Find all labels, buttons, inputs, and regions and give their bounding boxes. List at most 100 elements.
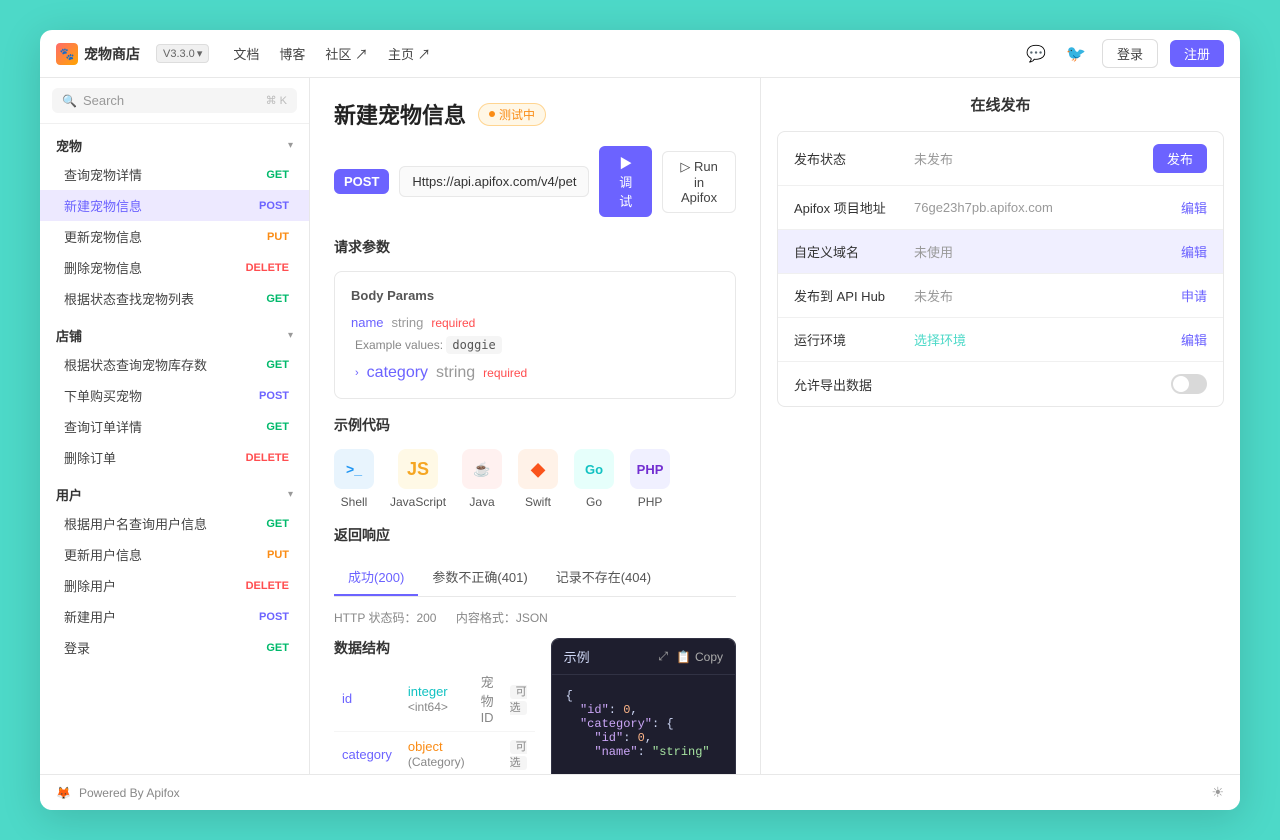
responses-section: 返回响应 成功(200) 参数不正确(401) 记录不存在(404) HTTP … [334,525,736,774]
sidebar-item-list-pets[interactable]: 根据状态查找宠物列表 GET [40,283,309,314]
sidebar-item-user-create[interactable]: 新建用户 POST [40,601,309,632]
expand-json-button[interactable]: ⤢ [658,649,668,664]
section-header-store[interactable]: 店铺 ▾ [40,322,309,349]
sidebar-item-delete-pet[interactable]: 删除宠物信息 DELETE [40,252,309,283]
nav-docs[interactable]: 文档 [233,44,259,63]
method-get-badge2: GET [262,292,293,306]
edit-env-button[interactable]: 编辑 [1181,330,1207,349]
bottom-right: ☀ [1211,784,1224,802]
code-tab-shell[interactable]: >_ Shell [334,449,374,509]
param-example-row: Example values: doggie [351,338,719,352]
code-tabs: >_ Shell JS JavaScript ☕ Java ◆ Swift [334,449,736,509]
sidebar-item-user-update[interactable]: 更新用户信息 PUT [40,539,309,570]
sidebar-item-user-query[interactable]: 根据用户名查询用户信息 GET [40,508,309,539]
version-badge[interactable]: V3.3.0 ▾ [156,44,209,63]
section-header-pets[interactable]: 宠物 ▾ [40,132,309,159]
swift-icon: ◆ [518,449,558,489]
run-apifox-button[interactable]: ▷ Run in Apifox [662,151,736,213]
logo-icon: 🐾 [56,43,78,65]
sidebar-item-order-pet[interactable]: 下单购买宠物 POST [40,380,309,411]
sidebar-item-login[interactable]: 登录 GET [40,632,309,663]
sidebar-item-update-pet[interactable]: 更新宠物信息 PUT [40,221,309,252]
publish-label-url: Apifox 项目地址 [794,198,914,217]
response-tab-404[interactable]: 记录不存在(404) [542,559,665,596]
publish-button[interactable]: 发布 [1153,144,1207,173]
register-button[interactable]: 注册 [1170,40,1224,67]
debug-button[interactable]: ▶ 调试 [599,146,652,217]
sidebar-section-store: 店铺 ▾ 根据状态查询宠物库存数 GET 下单购买宠物 POST 查询订单详情 … [40,314,309,473]
code-tab-swift[interactable]: ◆ Swift [518,449,558,509]
sidebar-section-users: 用户 ▾ 根据用户名查询用户信息 GET 更新用户信息 PUT 删除用户 DEL… [40,473,309,663]
response-meta: HTTP 状态码：200 内容格式：JSON [334,609,736,626]
section-header-users[interactable]: 用户 ▾ [40,481,309,508]
sidebar-item-user-delete[interactable]: 删除用户 DELETE [40,570,309,601]
method-badge: GET [262,358,293,372]
response-tabs: 成功(200) 参数不正确(401) 记录不存在(404) [334,559,736,597]
json-preview: { "id": 0, "category": { "id": 0, "name"… [552,675,735,774]
code-examples-title: 示例代码 [334,415,736,435]
apply-hub-button[interactable]: 申请 [1181,286,1207,305]
php-icon: PHP [630,449,670,489]
panel-title: 在线发布 [777,94,1224,115]
response-tab-200[interactable]: 成功(200) [334,559,418,596]
param-category-field: category [367,364,428,382]
shell-icon: >_ [334,449,374,489]
code-tab-php[interactable]: PHP PHP [630,449,670,509]
api-url-input[interactable]: Https://api.apifox.com/v4/pet [399,166,589,197]
java-label: Java [469,495,494,509]
nav-home[interactable]: 主页 ↗ [388,44,431,63]
search-icon: 🔍 [62,94,77,108]
publish-row-hub: 发布到 API Hub 未发布 申请 [778,274,1223,318]
publish-label-env: 运行环境 [794,330,914,349]
export-toggle[interactable] [1171,374,1207,394]
bird-icon[interactable]: 🐦 [1062,40,1090,68]
sidebar-item-order-detail[interactable]: 查询订单详情 GET [40,411,309,442]
search-box[interactable]: 🔍 Search ⌘ K [52,88,297,113]
code-tab-java[interactable]: ☕ Java [462,449,502,509]
publish-value-url: 76ge23h7pb.apifox.com [914,200,1181,215]
search-placeholder: Search [83,93,260,108]
code-tab-go[interactable]: Go Go [574,449,614,509]
nav-community[interactable]: 社区 ↗ [325,44,368,63]
sidebar-item-inventory[interactable]: 根据状态查询宠物库存数 GET [40,349,309,380]
publish-value-env[interactable]: 选择环境 [914,330,1181,349]
response-tab-401[interactable]: 参数不正确(401) [418,559,541,596]
publish-row-url: Apifox 项目地址 76ge23h7pb.apifox.com 编辑 [778,186,1223,230]
main-content: 🔍 Search ⌘ K 宠物 ▾ 查询宠物详情 GET 新建宠物信息 POST [40,78,1240,774]
param-name-type: string [392,315,424,330]
swift-label: Swift [525,495,551,509]
example-value: doggie [446,336,501,354]
nav-right: 💬 🐦 登录 注册 [1022,39,1224,68]
js-icon: JS [398,449,438,489]
method-badge: GET [262,517,293,531]
sidebar-search: 🔍 Search ⌘ K [40,78,309,124]
param-name-field: name [351,315,384,330]
copy-json-button[interactable]: 📋 Copy [676,650,723,664]
publish-value-status: 未发布 [914,149,1153,168]
publish-label-status: 发布状态 [794,149,914,168]
wechat-icon[interactable]: 💬 [1022,40,1050,68]
params-section-title: 请求参数 [334,237,736,257]
section-title-store: 店铺 [56,326,82,345]
nav-blog[interactable]: 博客 [279,44,305,63]
publish-value-domain: 未使用 [914,242,1181,261]
param-category-type: string [436,364,475,382]
data-structure-table: 数据结构 id integer <int64> 宠物ID 可选 [334,638,535,774]
edit-url-button[interactable]: 编辑 [1181,198,1207,217]
expand-icon[interactable]: › [355,367,359,379]
php-label: PHP [638,495,663,509]
request-params-section: 请求参数 Body Params name string required Ex… [334,237,736,399]
login-button[interactable]: 登录 [1102,39,1158,68]
edit-domain-button[interactable]: 编辑 [1181,242,1207,261]
sidebar-item-delete-order[interactable]: 删除订单 DELETE [40,442,309,473]
sidebar-item-query-pet[interactable]: 查询宠物详情 GET [40,159,309,190]
chevron-down-icon: ▾ [288,140,293,151]
publish-row-status: 发布状态 未发布 发布 [778,132,1223,186]
sidebar-item-create-pet[interactable]: 新建宠物信息 POST [40,190,309,221]
method-delete-badge: DELETE [242,261,293,275]
code-tab-js[interactable]: JS JavaScript [390,449,446,509]
data-structure-area: 数据结构 id integer <int64> 宠物ID 可选 [334,638,736,774]
theme-toggle-icon[interactable]: ☀ [1211,784,1224,800]
code-examples-section: 示例代码 >_ Shell JS JavaScript ☕ Java [334,415,736,509]
chevron-down-icon: ▾ [197,47,203,60]
